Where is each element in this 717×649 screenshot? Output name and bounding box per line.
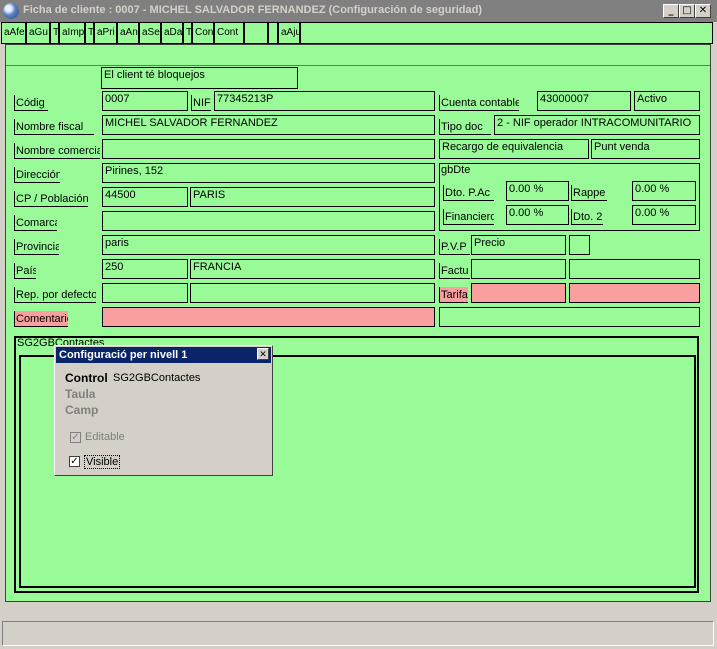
dialog-close-icon[interactable]: ✕ [257, 348, 269, 360]
toolbar-button[interactable]: aAn [118, 23, 140, 43]
rappel-field[interactable]: 0.00 % [632, 181, 696, 201]
app-globe-icon[interactable] [3, 3, 19, 19]
toolbar-button[interactable]: T [86, 23, 95, 43]
window-title: Ficha de cliente : 0007 - MICHEL SALVADO… [23, 4, 482, 16]
dto-pac-label: Dto. P.Ac [443, 185, 494, 201]
editable-label: Editable [85, 431, 125, 443]
minimize-button[interactable]: _ [663, 4, 679, 18]
dto2-field[interactable]: 0.00 % [632, 205, 696, 225]
pvp-field[interactable]: Precio [471, 235, 566, 255]
estado-field[interactable]: Activo [634, 91, 700, 111]
financiero-field[interactable]: 0.00 % [506, 205, 569, 225]
toolbar-button[interactable]: T [51, 23, 60, 43]
nif-field[interactable]: 77345213P [214, 91, 435, 111]
pvp-label: P.V.P [439, 239, 470, 255]
nombre-comercial-field[interactable] [102, 139, 435, 159]
comentario-field[interactable] [102, 307, 435, 327]
editable-checkbox[interactable]: ✓ [70, 432, 81, 443]
punt-venda-checkbox[interactable]: Punt venda [591, 139, 700, 159]
pais-name-field[interactable]: FRANCIA [190, 259, 435, 279]
toolbar: aAfe aGu T aImp T aPri aAn aSe aDa T Con… [1, 22, 713, 44]
close-button[interactable]: ✕ [695, 4, 711, 18]
control-label: Control [65, 371, 108, 385]
direccion-field[interactable]: Pirines, 152 [102, 163, 435, 183]
taula-label: Taula [65, 387, 96, 401]
cuenta-contable-label: Cuenta contable [439, 95, 519, 111]
maximize-button[interactable]: □ [679, 4, 695, 18]
toolbar-button[interactable]: Con [193, 23, 215, 43]
visible-label: Visible [84, 455, 121, 469]
toolbar-button[interactable]: aGu [27, 23, 51, 43]
factura-name-field[interactable] [569, 259, 700, 279]
nombre-fiscal-field[interactable]: MICHEL SALVADOR FERNANDEZ [102, 115, 435, 135]
rep-code-field[interactable] [102, 283, 188, 303]
codigo-label: Códig [14, 95, 48, 111]
recargo-checkbox[interactable]: Recargo de equivalencia [439, 139, 589, 159]
toolbar-button[interactable]: aAju [279, 23, 301, 43]
comentario-label: Comentario [14, 311, 68, 327]
pais-code-field[interactable]: 250 [102, 259, 188, 279]
toolbar-button[interactable]: Cont [215, 23, 245, 43]
provincia-label: Provincia [14, 239, 59, 255]
camp-label: Camp [65, 403, 99, 417]
cp-poblacion-label: CP / Población [14, 191, 88, 207]
blocked-notice: El client té bloquejos [101, 67, 298, 89]
toolbar-button[interactable]: aSe [140, 23, 162, 43]
pvp-extra-field[interactable] [569, 235, 590, 255]
cp-field[interactable]: 44500 [102, 187, 188, 207]
extra-right-field[interactable] [439, 307, 700, 327]
status-bar [2, 621, 714, 646]
control-value: SG2GBContactes [113, 372, 201, 384]
tarifa-label: Tarifa [439, 287, 468, 303]
toolbar-button[interactable]: aDa [162, 23, 184, 43]
nif-label: NIF [191, 95, 211, 111]
cuenta-contable-field[interactable]: 43000007 [537, 91, 631, 111]
toolbar-button[interactable] [245, 23, 269, 43]
provincia-field[interactable]: paris [102, 235, 435, 255]
toolbar-button[interactable]: aAfe [2, 23, 27, 43]
rappel-label: Rappe [571, 185, 607, 201]
poblacion-field[interactable]: PARIS [190, 187, 435, 207]
comarca-label: Comarca [14, 215, 57, 231]
direccion-label: Dirección [14, 167, 60, 183]
financiero-label: Financiero [443, 209, 494, 225]
dto2-label: Dto. 2 [571, 209, 603, 225]
dto-pac-field[interactable]: 0.00 % [506, 181, 569, 201]
factura-label: Factu [439, 263, 470, 279]
toolbar-button[interactable] [269, 23, 279, 43]
toolbar-button[interactable]: aImp [60, 23, 86, 43]
toolbar-button[interactable]: T [184, 23, 193, 43]
dialog-title: Configuració per nivell 1 [56, 347, 271, 363]
toolbar-button[interactable]: aPri [95, 23, 118, 43]
nombre-fiscal-label: Nombre fiscal [14, 119, 94, 135]
tarifa-name-field[interactable] [569, 283, 700, 303]
rep-name-field[interactable] [190, 283, 435, 303]
comarca-field[interactable] [102, 211, 435, 231]
pais-label: País [14, 263, 36, 279]
header-band [6, 48, 710, 66]
codigo-field[interactable]: 0007 [102, 91, 188, 111]
tipo-doc-label: Tipo doc [439, 119, 491, 135]
discounts-group-title: gbDte [441, 164, 471, 176]
tarifa-code-field[interactable] [471, 283, 566, 303]
factura-code-field[interactable] [471, 259, 566, 279]
visible-checkbox[interactable]: ✓ [69, 456, 80, 467]
rep-defecto-label: Rep. por defecto [14, 287, 96, 303]
tipo-doc-field[interactable]: 2 - NIF operador INTRACOMUNITARIO [494, 115, 700, 135]
nombre-comercial-label: Nombre comercial [14, 143, 100, 159]
